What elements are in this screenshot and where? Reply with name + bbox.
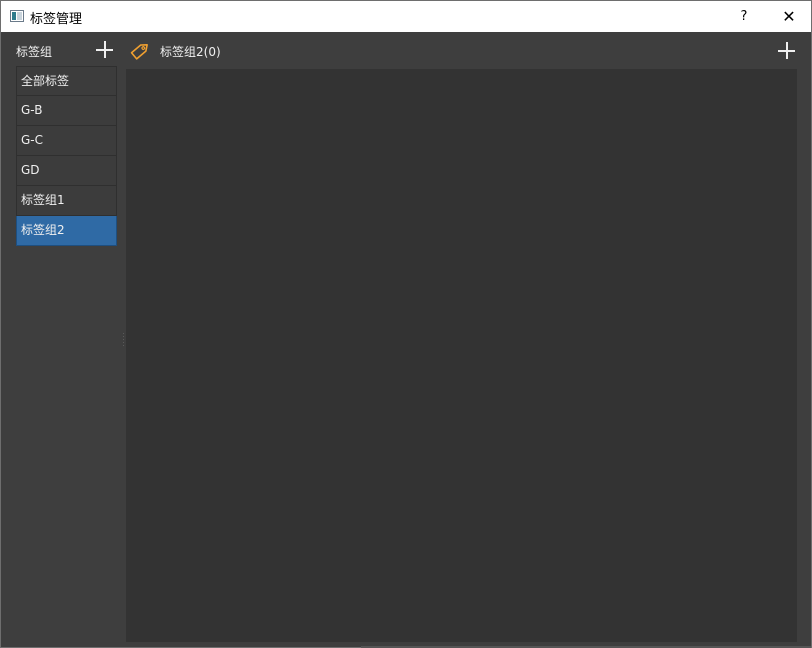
tag-group-title: 标签组 — [16, 45, 53, 59]
group-item-g-c[interactable]: G-C — [16, 126, 117, 156]
tag-group-header: 标签组 — [1, 32, 123, 67]
title-bar: 标签管理 ? ✕ — [1, 1, 811, 32]
group-item-tag-group-1[interactable]: 标签组1 — [16, 186, 117, 216]
app-icon — [10, 10, 24, 22]
tag-group-list: 全部标签 G-B G-C GD 标签组1 标签组2 — [16, 66, 117, 246]
group-item-tag-group-2[interactable]: 标签组2 — [16, 216, 117, 246]
plus-icon — [96, 41, 113, 58]
add-tag-button[interactable] — [776, 40, 796, 60]
add-tag-group-button[interactable] — [94, 39, 114, 59]
window-title: 标签管理 — [30, 12, 83, 27]
panel-splitter[interactable] — [122, 331, 125, 349]
plus-icon — [778, 42, 795, 59]
tag-list-area[interactable] — [126, 69, 797, 642]
group-item-all-tags[interactable]: 全部标签 — [16, 66, 117, 96]
tag-manager-window: 标签管理 ? ✕ 标签组 全部标签 G-B G-C GD 标签组1 标签组2 标… — [0, 0, 812, 648]
close-button[interactable]: ✕ — [767, 1, 811, 32]
tag-icon — [129, 40, 153, 60]
current-group-label: 标签组2(0) — [160, 45, 221, 59]
tag-list-header: 标签组2(0) — [125, 32, 811, 67]
group-item-gd[interactable]: GD — [16, 156, 117, 186]
help-button[interactable]: ? — [724, 1, 764, 32]
group-item-g-b[interactable]: G-B — [16, 96, 117, 126]
